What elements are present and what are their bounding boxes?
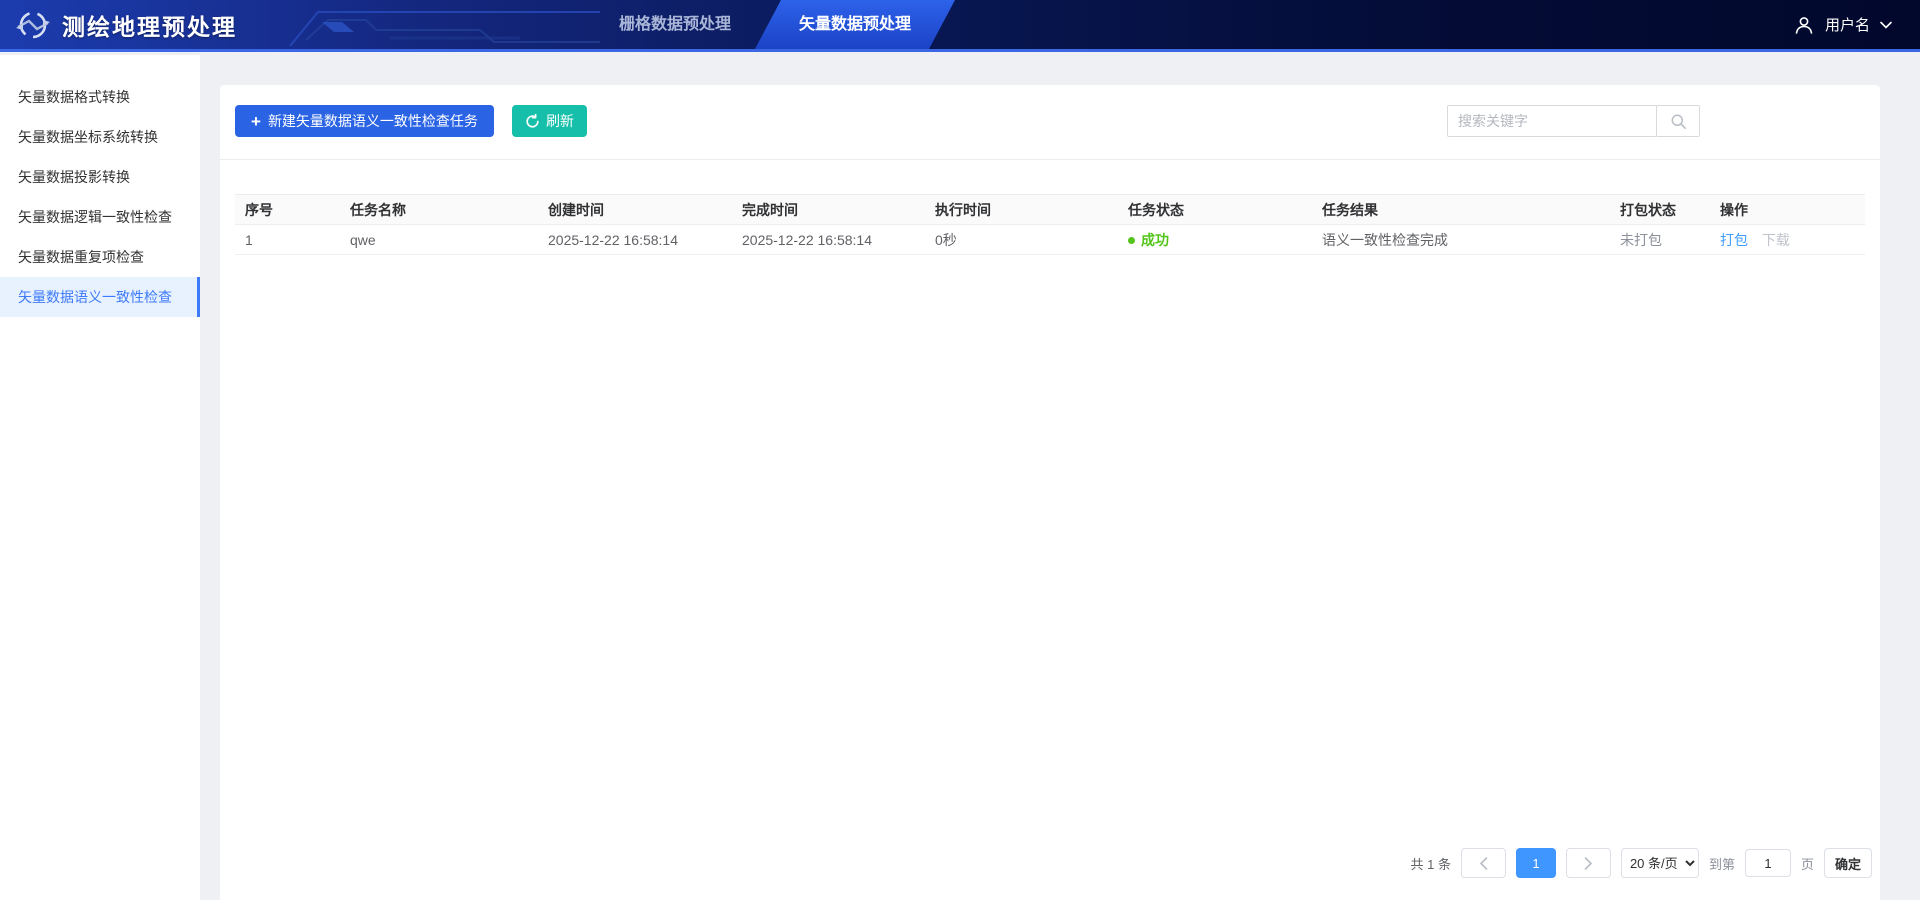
chevron-left-icon [1479, 857, 1488, 870]
goto-page-suffix: 页 [1801, 854, 1814, 873]
col-task-result: 任务结果 [1312, 195, 1610, 225]
status-text: 成功 [1141, 232, 1169, 248]
col-task-status: 任务状态 [1118, 195, 1312, 225]
current-page-button[interactable]: 1 [1516, 848, 1556, 878]
header-tabs: 栅格数据预处理 矢量数据预处理 [595, 0, 955, 49]
col-task-name: 任务名称 [340, 195, 538, 225]
tab-vector-preprocess[interactable]: 矢量数据预处理 [755, 0, 955, 49]
chevron-down-icon [1880, 21, 1892, 29]
toolbar: + 新建矢量数据语义一致性检查任务 刷新 [235, 105, 1865, 137]
header-circuit-decoration [270, 0, 600, 49]
cell-task-name: qwe [340, 225, 538, 255]
content-card: + 新建矢量数据语义一致性检查任务 刷新 [220, 85, 1880, 900]
new-task-button[interactable]: + 新建矢量数据语义一致性检查任务 [235, 105, 494, 137]
main-content: + 新建矢量数据语义一致性检查任务 刷新 [200, 55, 1920, 900]
sidebar-item-coordinate-convert[interactable]: 矢量数据坐标系统转换 [0, 117, 200, 157]
tab-raster-preprocess[interactable]: 栅格数据预处理 [595, 0, 755, 49]
goto-page-prefix: 到第 [1709, 854, 1735, 873]
search-group [1447, 105, 1700, 137]
pagination-total: 共 1 条 [1410, 854, 1450, 873]
sidebar-item-projection-convert[interactable]: 矢量数据投影转换 [0, 157, 200, 197]
cell-finished-time: 2025-12-22 16:58:14 [732, 225, 925, 255]
cell-task-result: 语义一致性检查完成 [1312, 225, 1610, 255]
download-action-link[interactable]: 下载 [1762, 232, 1790, 248]
search-input[interactable] [1447, 105, 1657, 137]
new-task-button-label: 新建矢量数据语义一致性检查任务 [268, 111, 478, 131]
status-dot [1128, 237, 1135, 244]
search-icon [1670, 113, 1687, 130]
plus-icon: + [251, 113, 261, 130]
refresh-icon [525, 114, 540, 129]
col-index: 序号 [235, 195, 340, 225]
task-table: 序号 任务名称 创建时间 完成时间 执行时间 任务状态 任务结果 打包状态 操作… [235, 194, 1865, 255]
app-logo-icon [14, 6, 52, 44]
cell-exec-time: 0秒 [925, 225, 1118, 255]
refresh-button[interactable]: 刷新 [512, 105, 587, 137]
refresh-button-label: 刷新 [546, 111, 574, 131]
logo-wrap: 测绘地理预处理 [14, 0, 237, 49]
col-created-time: 创建时间 [538, 195, 732, 225]
col-finished-time: 完成时间 [732, 195, 925, 225]
pagination: 共 1 条 1 20 条/页 到第 页 确定 [1410, 848, 1872, 878]
col-exec-time: 执行时间 [925, 195, 1118, 225]
cell-index: 1 [235, 225, 340, 255]
sidebar-item-logic-consistency-check[interactable]: 矢量数据逻辑一致性检查 [0, 197, 200, 237]
table-header-row: 序号 任务名称 创建时间 完成时间 执行时间 任务状态 任务结果 打包状态 操作 [235, 195, 1865, 225]
prev-page-button[interactable] [1461, 848, 1506, 878]
cell-actions: 打包 下载 [1710, 225, 1865, 255]
col-actions: 操作 [1710, 195, 1865, 225]
user-icon [1793, 14, 1815, 36]
goto-confirm-button[interactable]: 确定 [1824, 848, 1872, 878]
cell-task-status: 成功 [1118, 225, 1312, 255]
table-row: 1 qwe 2025-12-22 16:58:14 2025-12-22 16:… [235, 225, 1865, 255]
toolbar-divider [220, 159, 1880, 160]
app-title: 测绘地理预处理 [62, 8, 237, 42]
package-action-link[interactable]: 打包 [1720, 232, 1748, 248]
search-button[interactable] [1656, 105, 1700, 137]
sidebar-item-format-convert[interactable]: 矢量数据格式转换 [0, 77, 200, 117]
cell-created-time: 2025-12-22 16:58:14 [538, 225, 732, 255]
next-page-button[interactable] [1566, 848, 1611, 878]
sidebar: 矢量数据格式转换 矢量数据坐标系统转换 矢量数据投影转换 矢量数据逻辑一致性检查… [0, 55, 200, 900]
chevron-right-icon [1584, 857, 1593, 870]
goto-page-input[interactable] [1745, 849, 1791, 877]
app-header: 测绘地理预处理 栅格数据预处理 矢量数据预处理 用户名 [0, 0, 1920, 52]
sidebar-item-semantic-consistency-check[interactable]: 矢量数据语义一致性检查 [0, 277, 200, 317]
col-package-status: 打包状态 [1610, 195, 1710, 225]
sidebar-item-duplicate-check[interactable]: 矢量数据重复项检查 [0, 237, 200, 277]
cell-package-status: 未打包 [1610, 225, 1710, 255]
page-size-select[interactable]: 20 条/页 [1621, 848, 1699, 878]
user-menu[interactable]: 用户名 [1793, 0, 1892, 49]
username-label: 用户名 [1825, 14, 1870, 35]
